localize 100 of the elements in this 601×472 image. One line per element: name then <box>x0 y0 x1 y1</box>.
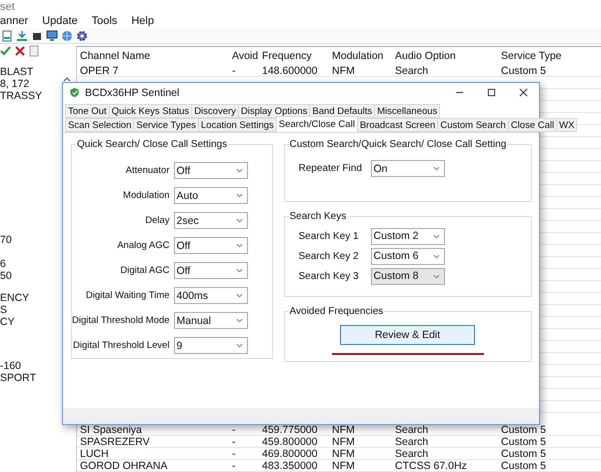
chevron-icon <box>236 243 243 248</box>
table-cell-text: Search <box>394 65 430 76</box>
dropdown[interactable]: Off <box>174 237 248 254</box>
dropdown[interactable]: Custom 6 <box>370 248 445 264</box>
download-icon[interactable] <box>16 30 28 42</box>
chevron-icon <box>236 318 243 323</box>
close-icon <box>518 88 528 97</box>
field-label: Analog AGC <box>117 240 171 251</box>
field-label: Search Key 3 <box>298 270 360 282</box>
tab[interactable]: Broadcast Screen <box>356 118 438 132</box>
delete-icon[interactable] <box>14 45 26 57</box>
field-label: Search Key 1 <box>298 230 360 242</box>
table-cell-text: 469.800000 <box>261 448 318 459</box>
column-header[interactable]: Frequency <box>259 50 329 62</box>
table-cell-text: SI Spaseniya <box>79 424 143 435</box>
dropdown[interactable]: Off <box>174 162 248 179</box>
table-cell-text: NFM <box>331 65 356 76</box>
column-header[interactable]: Service Type <box>498 50 590 62</box>
field-label: Digital Threshold Mode <box>72 315 171 326</box>
menu-item[interactable]: Update <box>42 15 78 27</box>
tab[interactable]: Search/Close Call <box>276 116 358 132</box>
table-cell-text: - <box>231 460 236 471</box>
table-cell-text: NFM <box>331 424 356 435</box>
tree-item[interactable]: BLAST <box>0 66 74 78</box>
table-cell-text: 483.350000 <box>261 460 318 471</box>
tab[interactable]: Quick Keys Status <box>108 104 192 118</box>
chevron-icon <box>236 168 243 173</box>
tab[interactable]: Service Types <box>133 118 199 132</box>
tab[interactable]: Tone Out <box>65 104 110 118</box>
field-label: Digital Waiting Time <box>86 290 171 301</box>
table-cell-text: - <box>231 424 236 435</box>
field-label: Modulation <box>123 190 171 201</box>
document-icon[interactable] <box>1 30 13 42</box>
chevron-icon <box>432 254 440 258</box>
table-cell-text: Custom 5 <box>500 460 547 471</box>
tab[interactable]: Scan Selection <box>65 118 134 132</box>
tab[interactable]: Close Call <box>508 118 558 132</box>
dropdown[interactable]: 2sec <box>174 212 248 229</box>
table-cell-text: Custom 5 <box>500 65 547 76</box>
group-title: Quick Search/ Close Call Settings <box>76 139 228 150</box>
gear-icon[interactable] <box>76 30 88 42</box>
chevron-icon <box>236 268 243 273</box>
table-cell-text: Custom 5 <box>500 436 547 447</box>
chevron-icon <box>432 274 440 278</box>
table-cell-text: 459.775000 <box>261 424 318 435</box>
chevron-icon <box>236 218 243 223</box>
table-cell-text: SPASREZERV <box>79 436 151 447</box>
tab[interactable]: Discovery <box>191 104 239 118</box>
menu-item[interactable]: Tools <box>92 15 118 27</box>
chevron-icon <box>236 343 243 348</box>
tab[interactable]: Custom Search <box>437 118 509 132</box>
dropdown[interactable]: Manual <box>174 312 248 329</box>
table-cell-text: Search <box>394 424 430 435</box>
tab[interactable]: Location Settings <box>198 118 277 132</box>
group-title: Custom Search/Quick Search/ Close Call Setting <box>288 139 508 150</box>
table-cell-text: 459.800000 <box>261 436 318 447</box>
tab[interactable]: WX <box>556 118 578 132</box>
table-cell-text: Custom 5 <box>500 448 547 459</box>
table-cell-text: GOROD OHRANA <box>79 460 169 471</box>
table-cell-text: - <box>231 448 236 459</box>
field-label: Digital Threshold Level <box>73 340 171 351</box>
chevron-icon <box>236 193 243 198</box>
shield-icon <box>69 87 80 98</box>
chevron-icon <box>432 234 440 238</box>
tab[interactable]: Miscellaneous <box>374 104 440 118</box>
column-header[interactable]: Channel Name <box>77 50 229 62</box>
table-cell-text: NFM <box>331 448 356 459</box>
table-cell-text: CTCSS 67.0Hz <box>394 460 468 471</box>
dropdown[interactable]: 9 <box>174 337 248 354</box>
table-cell-text: NFM <box>331 436 356 447</box>
group-title: Search Keys <box>288 211 348 222</box>
scroll-up-icon[interactable] <box>63 76 71 82</box>
table-cell-text: OPER 7 <box>79 65 120 76</box>
table-cell-text: Custom 5 <box>500 424 547 435</box>
field-label: Attenuator <box>126 165 171 176</box>
menu-item[interactable]: anner <box>0 15 28 27</box>
dropdown[interactable]: Off <box>174 262 248 279</box>
field-label: Delay <box>145 215 171 226</box>
window-title: set <box>0 1 15 13</box>
check-icon[interactable] <box>0 45 12 57</box>
maximize-icon <box>486 88 496 97</box>
table-cell-text: Search <box>394 436 430 447</box>
column-header[interactable]: Audio Option <box>392 50 498 62</box>
computer-icon[interactable] <box>46 30 58 42</box>
group-title: Avoided Frequencies <box>288 306 384 317</box>
dropdown[interactable]: 400ms <box>174 287 248 304</box>
menu-item[interactable]: Help <box>131 15 154 27</box>
column-header[interactable]: Modulation <box>329 50 392 62</box>
table-cell-text: - <box>231 436 236 447</box>
dropdown[interactable]: Custom 2 <box>370 228 445 244</box>
review-edit-button[interactable]: Review & Edit <box>340 325 476 345</box>
table-cell-text: LUCH <box>79 448 110 459</box>
tab[interactable]: Display Options <box>238 104 310 118</box>
field-label: Repeater Find <box>298 163 363 174</box>
column-header[interactable]: Avoid <box>229 50 259 62</box>
dropdown[interactable]: Auto <box>174 187 248 204</box>
field-label: Search Key 2 <box>298 250 360 262</box>
dropdown[interactable]: On <box>370 160 445 177</box>
table-cell-text: - <box>231 65 236 76</box>
table-cell-text: NFM <box>331 460 356 471</box>
